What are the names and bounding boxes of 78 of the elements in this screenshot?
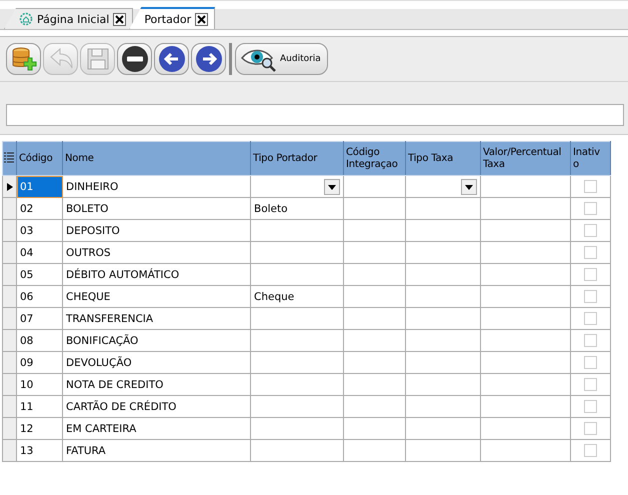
table-row[interactable]: 12 EM CARTEIRA [2, 418, 610, 440]
column-header[interactable]: Inativ o [570, 142, 610, 176]
table-row[interactable]: 04 OUTROS [2, 242, 610, 264]
delete-button[interactable] [117, 43, 152, 75]
table-cell: 08 [16, 330, 62, 352]
checkbox[interactable] [584, 224, 597, 237]
table-cell: 09 [16, 352, 62, 374]
table-row[interactable]: 09 DEVOLUÇÃO [2, 352, 610, 374]
checkbox[interactable] [584, 202, 597, 215]
next-button[interactable] [191, 43, 226, 75]
table-cell: 07 [16, 308, 62, 330]
table-cell: Boleto [250, 198, 344, 220]
table-row[interactable]: 11 CARTÃO DE CRÉDITO [2, 396, 610, 418]
checkbox[interactable] [584, 312, 597, 325]
checkbox[interactable] [584, 444, 597, 457]
table-cell: OUTROS [62, 242, 250, 264]
table-cell: DÉBITO AUTOMÁTICO [62, 264, 250, 286]
checkbox[interactable] [584, 268, 597, 281]
table-row[interactable]: 10 NOTA DE CREDITO [2, 374, 610, 396]
column-header[interactable]: Tipo Portador [250, 142, 344, 176]
table-cell: 03 [16, 220, 62, 242]
dropdown-button[interactable] [461, 178, 477, 194]
table-cell: 02 [16, 198, 62, 220]
table-cell: TRANSFERENCIA [62, 308, 250, 330]
checkbox[interactable] [584, 422, 597, 435]
table-row[interactable]: 13 FATURA [2, 440, 610, 462]
table-cell: EM CARTEIRA [62, 418, 250, 440]
close-icon[interactable] [195, 12, 208, 26]
checkbox[interactable] [584, 334, 597, 347]
home-icon [19, 12, 33, 26]
column-header[interactable]: Valor/Percentual Taxa [480, 142, 570, 176]
table-row[interactable]: 07 TRANSFERENCIA [2, 308, 610, 330]
table-cell: BONIFICAÇÃO [62, 330, 250, 352]
column-header[interactable]: Tipo Taxa [406, 142, 480, 176]
column-header[interactable]: Nome [62, 142, 250, 176]
audit-button[interactable]: Auditoria [235, 43, 328, 75]
table-cell: NOTA DE CREDITO [62, 374, 250, 396]
list-icon[interactable] [3, 150, 15, 162]
table-cell: DINHEIRO [62, 176, 250, 198]
table-row[interactable]: 01 DINHEIRO [2, 176, 610, 198]
tab[interactable]: Página Inicial [4, 8, 134, 29]
table-cell: 01 [16, 176, 62, 198]
table-cell: CHEQUE [62, 286, 250, 308]
table-cell: 13 [16, 440, 62, 462]
checkbox[interactable] [584, 290, 597, 303]
tab[interactable]: Portador [129, 7, 216, 29]
table-cell: 06 [16, 286, 62, 308]
dropdown-button[interactable] [324, 178, 340, 194]
checkbox[interactable] [584, 400, 597, 413]
table-cell: 05 [16, 264, 62, 286]
table-cell: 04 [16, 242, 62, 264]
table-row[interactable]: 03 DEPOSITO [2, 220, 610, 242]
table-cell: 12 [16, 418, 62, 440]
table-cell: DEVOLUÇÃO [62, 352, 250, 374]
table-row[interactable]: 06 CHEQUE Cheque [2, 286, 610, 308]
close-icon[interactable] [113, 12, 126, 26]
current-row-icon [7, 182, 13, 190]
table-row[interactable]: 02 BOLETO Boleto [2, 198, 610, 220]
checkbox[interactable] [584, 356, 597, 369]
checkbox[interactable] [584, 378, 597, 391]
table-cell: 11 [16, 396, 62, 418]
checkbox[interactable] [584, 246, 597, 259]
database-add-icon [10, 46, 36, 72]
checkbox[interactable] [584, 180, 597, 193]
column-header[interactable]: Código [16, 142, 62, 176]
filter-field[interactable] [6, 104, 624, 126]
table-row[interactable]: 05 DÉBITO AUTOMÁTICO [2, 264, 610, 286]
table-cell: CARTÃO DE CRÉDITO [62, 396, 250, 418]
table-cell: Cheque [250, 286, 344, 308]
table-cell: 10 [16, 374, 62, 396]
table-row[interactable]: 08 BONIFICAÇÃO [2, 330, 610, 352]
minus-circle-icon [120, 45, 148, 73]
table-cell: FATURA [62, 440, 250, 462]
prev-button[interactable] [154, 43, 189, 75]
add-button[interactable] [6, 43, 41, 75]
column-header[interactable]: Código Integraçao [344, 142, 406, 176]
table-cell: BOLETO [62, 198, 250, 220]
table-cell: DEPOSITO [62, 220, 250, 242]
